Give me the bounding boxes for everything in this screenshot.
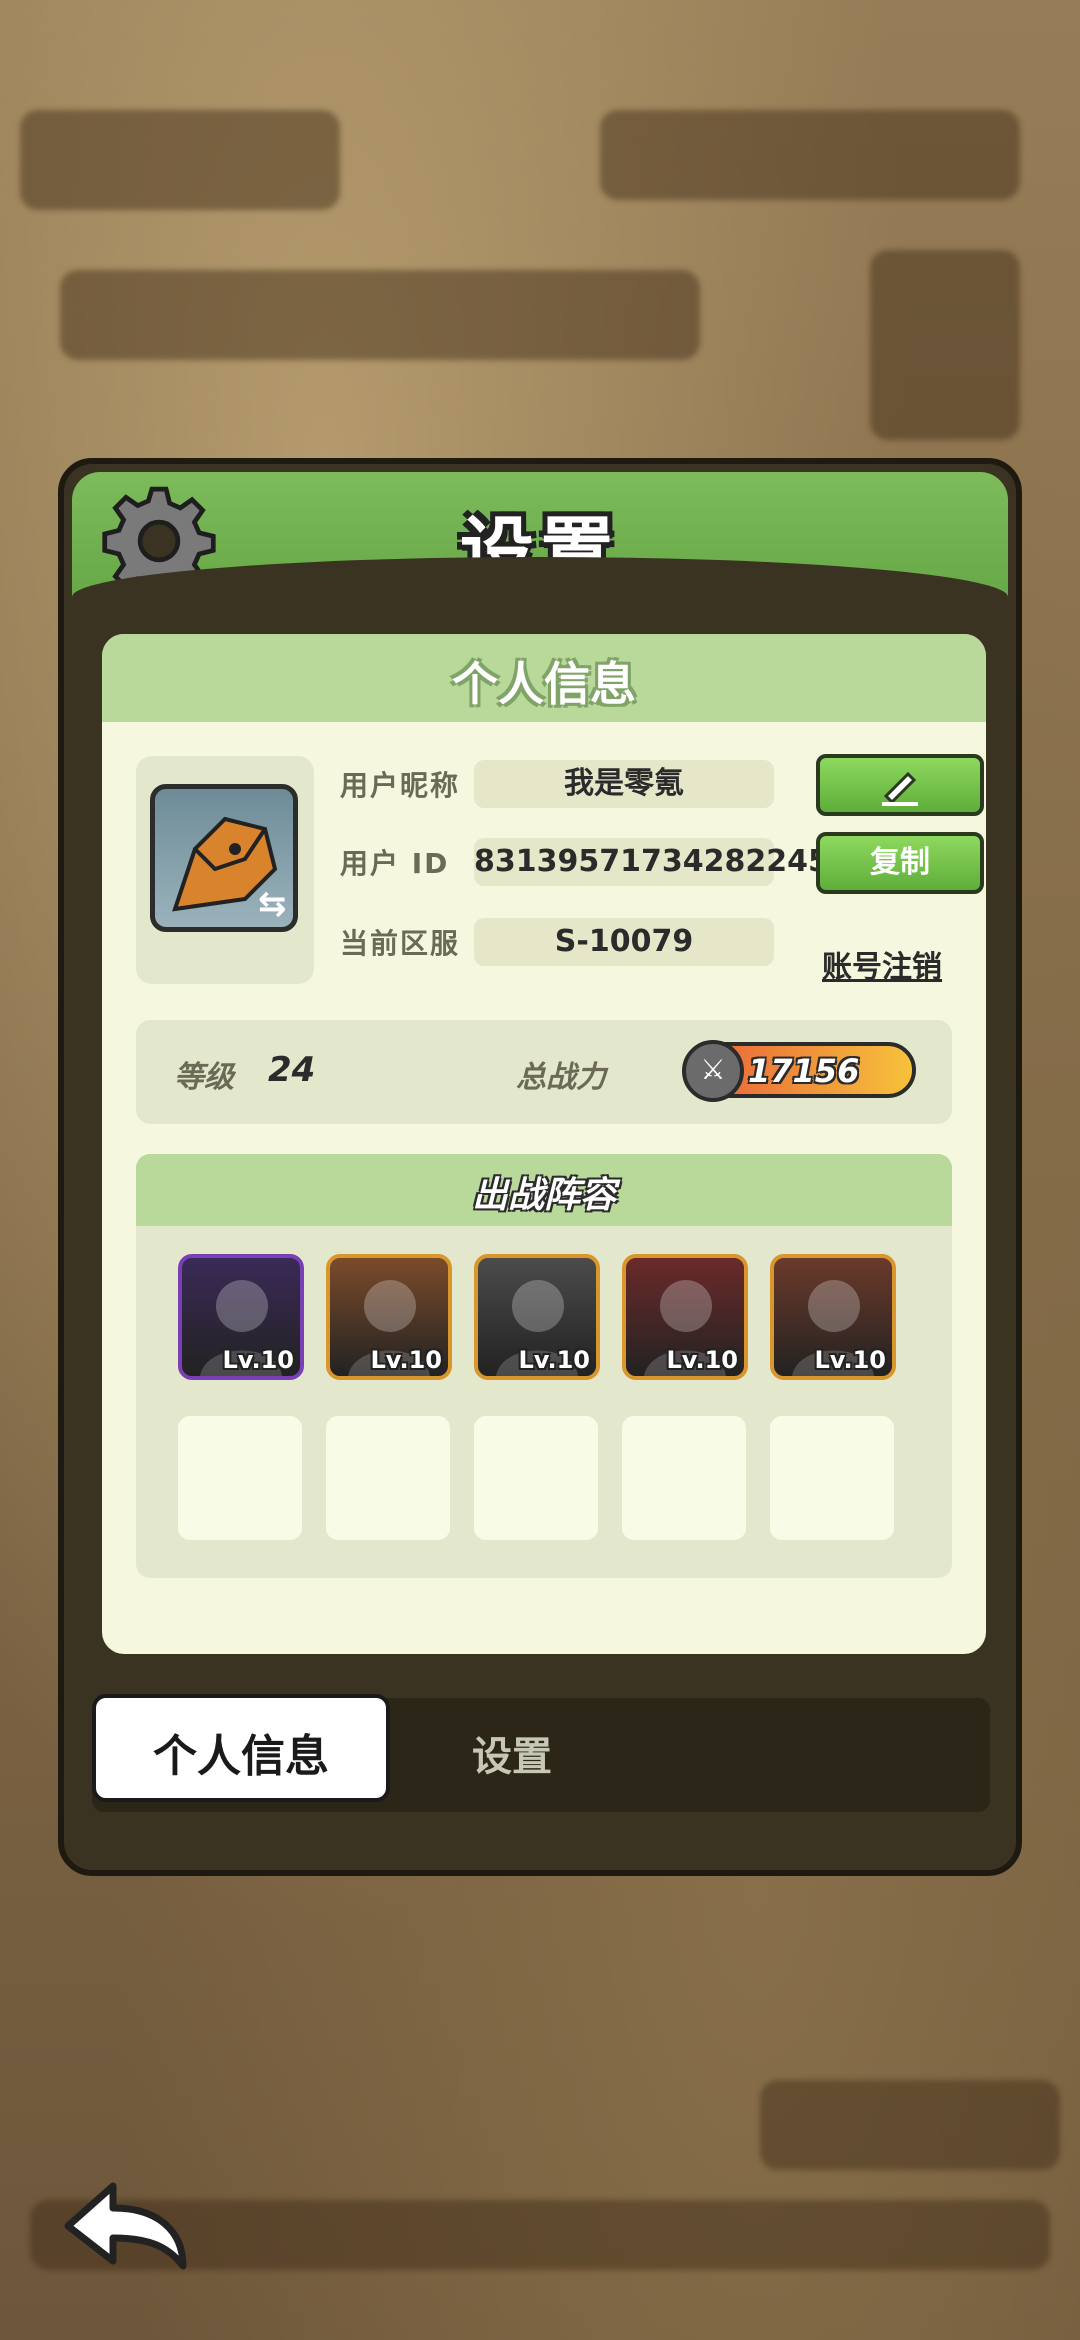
level-value: 24	[268, 1050, 316, 1090]
back-arrow-icon[interactable]	[58, 2176, 198, 2276]
hero-card[interactable]: Lv.10	[770, 1254, 896, 1380]
hero-card[interactable]: Lv.10	[622, 1254, 748, 1380]
lineup-header: 出战阵容	[136, 1154, 952, 1226]
empty-slot[interactable]	[326, 1416, 450, 1540]
blurred-currency-bar	[600, 110, 1020, 200]
hero-level: Lv.10	[666, 1346, 739, 1374]
stats-bar: 等级 24 总战力 ⚔ 17156	[136, 1020, 952, 1124]
swap-avatar-icon[interactable]: ⇆	[258, 884, 287, 924]
power-value: 17156	[748, 1052, 860, 1090]
server-field: S-10079	[474, 918, 774, 966]
blurred-minimap	[870, 250, 1020, 440]
tab-personal-info[interactable]: 个人信息	[92, 1694, 390, 1802]
blurred-icon-row	[60, 270, 700, 360]
hero-level: Lv.10	[222, 1346, 295, 1374]
empty-slot[interactable]	[770, 1416, 894, 1540]
lineup-title: 出战阵容	[471, 1175, 616, 1216]
personal-info-title: 个人信息	[452, 657, 636, 711]
server-label: 当前区服	[340, 927, 461, 960]
copy-button[interactable]: 复制	[816, 832, 984, 894]
empty-slot[interactable]	[474, 1416, 598, 1540]
tab-bar: 个人信息 设置	[92, 1694, 990, 1812]
hero-card[interactable]: Lv.10	[326, 1254, 452, 1380]
nickname-label: 用户昵称	[340, 769, 461, 802]
hero-card[interactable]: Lv.10	[178, 1254, 304, 1380]
edit-pencil-icon	[882, 771, 918, 806]
panel-header: 设置	[72, 472, 1008, 597]
level-label: 等级	[174, 1060, 234, 1095]
page-title: 设置	[460, 509, 620, 595]
blurred-player-banner	[20, 110, 340, 210]
user-id-label: 用户 ID	[340, 847, 450, 880]
crossed-swords-icon: ⚔	[682, 1040, 744, 1102]
settings-panel: 设置 个人信息 ⇆ 用户昵称 我是零氪 用户 ID 83139571734282…	[58, 458, 1022, 1876]
power-label: 总战力	[516, 1060, 606, 1095]
battle-lineup: 出战阵容 Lv.10 Lv.10 Lv.10 Lv.10 Lv.10	[136, 1154, 952, 1578]
tab-personal-info-label: 个人信息	[153, 1731, 329, 1782]
empty-slot[interactable]	[178, 1416, 302, 1540]
tab-settings[interactable]: 设置	[472, 1724, 552, 1782]
hero-level: Lv.10	[518, 1346, 591, 1374]
nickname-field: 我是零氪	[474, 760, 774, 808]
hero-level: Lv.10	[370, 1346, 443, 1374]
delete-account-link[interactable]: 账号注销	[822, 942, 942, 986]
personal-info-card: 个人信息 ⇆ 用户昵称 我是零氪 用户 ID 83139571734282245…	[102, 634, 986, 1654]
hero-card[interactable]: Lv.10	[474, 1254, 600, 1380]
hero-level: Lv.10	[814, 1346, 887, 1374]
personal-info-header: 个人信息	[102, 634, 986, 722]
blurred-side-button	[760, 2080, 1060, 2170]
user-id-field: 83139571734282245	[474, 838, 829, 886]
edit-nickname-button[interactable]	[816, 754, 984, 816]
avatar-container[interactable]: ⇆	[136, 756, 314, 984]
empty-slot[interactable]	[622, 1416, 746, 1540]
power-badge: ⚔ 17156	[682, 1040, 916, 1102]
